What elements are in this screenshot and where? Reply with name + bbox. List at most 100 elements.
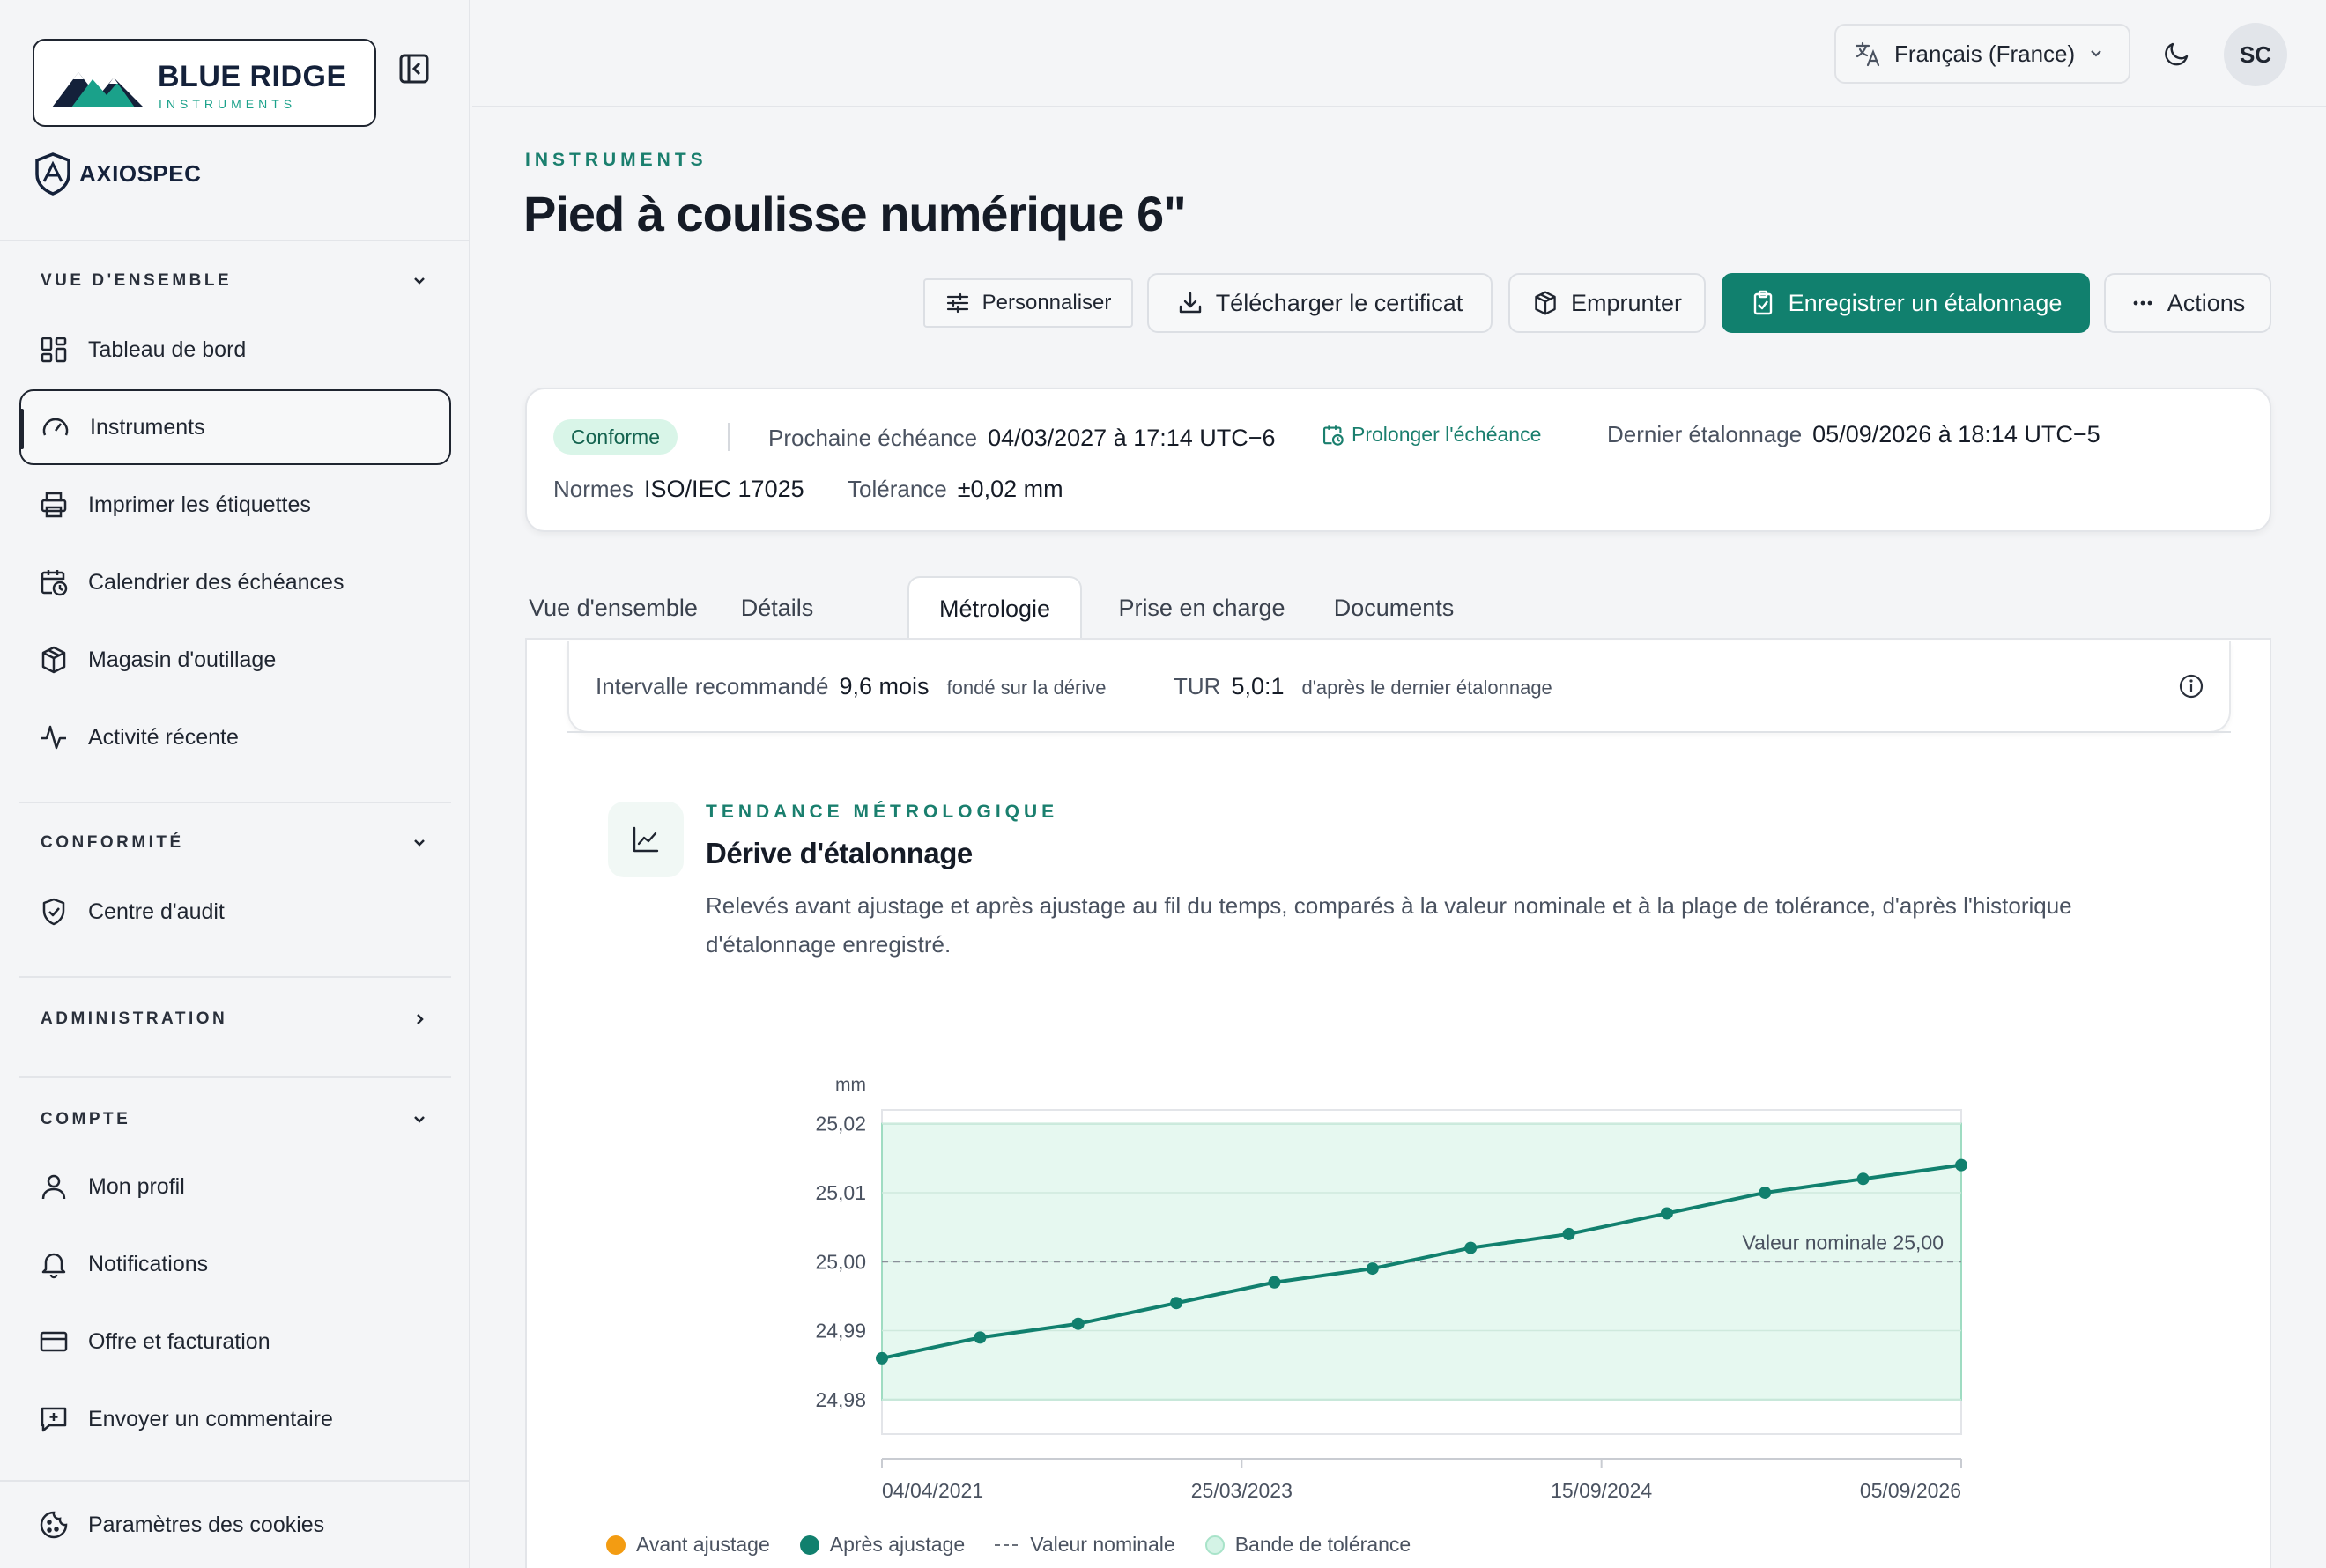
section-compliance[interactable]: CONFORMITÉ (41, 833, 428, 853)
tab-overview[interactable]: Vue d'ensemble (525, 576, 701, 640)
download-label: Télécharger le certificat (1215, 289, 1463, 316)
bell-icon (41, 1253, 66, 1279)
divider (567, 731, 2231, 733)
x-tick-label: 05/09/2026 (1860, 1479, 1961, 1498)
chevron-down-icon (414, 277, 425, 285)
section-title: ADMINISTRATION (41, 1010, 228, 1028)
x-tick-label: 15/09/2024 (1551, 1479, 1652, 1498)
download-certificate-button[interactable]: Télécharger le certificat (1147, 273, 1493, 333)
next-due-label: Prochaine échéance (768, 425, 978, 451)
sidebar-item-notifications[interactable]: Notifications (19, 1226, 451, 1302)
chevron-down-icon (414, 1116, 425, 1123)
gauge-icon (42, 418, 69, 436)
extend-due-link[interactable]: Prolonger l'échéance (1322, 423, 1541, 447)
sidebar-item-recent-activity[interactable]: Activité récente (19, 699, 451, 775)
last-calibration: Dernier étalonnage 05/09/2026 à 18:14 UT… (1607, 421, 2100, 448)
legend-item-before[interactable]: Avant ajustage (606, 1533, 770, 1557)
borrow-button[interactable]: Emprunter (1508, 273, 1706, 333)
sidebar-item-profile[interactable]: Mon profil (19, 1149, 451, 1224)
product-name: AXIOSPEC (79, 159, 202, 187)
sidebar-item-print-labels[interactable]: Imprimer les étiquettes (19, 467, 451, 543)
data-point (1856, 1172, 1870, 1186)
moon-icon[interactable] (2162, 39, 2192, 69)
tab-documents[interactable]: Documents (1323, 576, 1464, 640)
divider (0, 1480, 470, 1482)
product-logo: AXIOSPEC (33, 152, 201, 196)
legend-swatch (799, 1535, 819, 1555)
sidebar-item-due-calendar[interactable]: Calendrier des échéances (19, 544, 451, 620)
section-administration[interactable]: ADMINISTRATION (41, 1010, 428, 1029)
customize-button[interactable]: Personnaliser (923, 278, 1133, 328)
legend-item-after[interactable]: Après ajustage (799, 1533, 965, 1557)
section-overview[interactable]: VUE D'ENSEMBLE (41, 271, 428, 291)
sidebar-item-tool-store[interactable]: Magasin d'outillage (19, 622, 451, 698)
trend-eyebrow: TENDANCE MÉTROLOGIQUE (706, 802, 1059, 822)
sidebar-item-billing[interactable]: Offre et facturation (19, 1304, 451, 1379)
data-point (1366, 1262, 1379, 1276)
sidebar-item-instruments[interactable]: Instruments (19, 389, 451, 465)
sidebar-item-label: Notifications (88, 1251, 209, 1276)
data-point (876, 1351, 888, 1365)
translate-icon (1855, 41, 1880, 67)
sidebar-item-label: Imprimer les étiquettes (88, 492, 311, 517)
calendar-clock-icon (1322, 425, 1344, 446)
actions-button[interactable]: Actions (2104, 273, 2271, 333)
collapse-sidebar-icon[interactable] (396, 51, 432, 86)
brand-logo[interactable]: BLUE RIDGE INSTRUMENTS (33, 39, 376, 127)
sidebar-item-label: Paramètres des cookies (88, 1512, 325, 1537)
cookie-icon (40, 1511, 68, 1539)
brand-name: BLUE RIDGE (158, 60, 347, 93)
sidebar-item-label: Mon profil (88, 1173, 185, 1199)
tab-metrology[interactable]: Métrologie (907, 576, 1082, 640)
legend-swatch (606, 1535, 626, 1555)
legend-item-nominal[interactable]: Valeur nominale (995, 1533, 1175, 1557)
avatar[interactable]: SC (2224, 23, 2287, 86)
record-calibration-button[interactable]: Enregistrer un étalonnage (1722, 273, 2090, 333)
interval-value: 9,6 mois (839, 673, 930, 699)
recommended-interval: Intervalle recommandé 9,6 mois fondé sur… (596, 673, 1107, 700)
sidebar-item-feedback[interactable]: Envoyer un commentaire (19, 1381, 451, 1457)
more-horizontal-icon (2133, 300, 2152, 306)
tab-details[interactable]: Détails (733, 576, 821, 640)
data-point (1660, 1207, 1673, 1220)
sidebar-item-dashboard[interactable]: Tableau de bord (19, 312, 451, 388)
tur-note: d'après le dernier étalonnage (1301, 677, 1552, 699)
section-title: CONFORMITÉ (41, 833, 184, 852)
trend-icon-box (608, 802, 684, 877)
legend-item-tolerance[interactable]: Bande de tolérance (1204, 1533, 1411, 1557)
sidebar-item-audit-center[interactable]: Centre d'audit (19, 874, 451, 950)
tab-support[interactable]: Prise en charge (1114, 576, 1290, 640)
divider (19, 1076, 451, 1078)
sidebar-item-cookie-settings[interactable]: Paramètres des cookies (19, 1487, 451, 1563)
chevron-right-icon (417, 1014, 424, 1024)
drift-chart: 25,02 25,01 25,00 24,99 24,98 mm Valeur nomina… (815, 1075, 1967, 1498)
sidebar-item-label: Tableau de bord (88, 337, 247, 362)
y-unit-label: mm (835, 1075, 866, 1095)
clipboard-check-icon (1753, 290, 1772, 315)
package-icon (41, 646, 66, 674)
status-badge: Conforme (553, 419, 678, 455)
legend-label: Avant ajustage (636, 1533, 770, 1556)
tur: TUR 5,0:1 d'après le dernier étalonnage (1174, 673, 1552, 700)
language-select[interactable]: Français (France) (1834, 24, 2130, 84)
page-title: Pied à coulisse numérique 6" (523, 186, 1187, 241)
last-calibration-label: Dernier étalonnage (1607, 421, 1803, 447)
info-icon[interactable] (2178, 673, 2204, 699)
language-label: Français (France) (1894, 40, 2076, 67)
data-point (1268, 1276, 1281, 1289)
tolerance: Tolérance ±0,02 mm (848, 476, 1063, 503)
x-tick-label: 25/03/2023 (1191, 1479, 1293, 1498)
brand-subtitle: INSTRUMENTS (159, 97, 297, 111)
next-due-value: 04/03/2027 à 17:14 UTC−6 (988, 425, 1276, 451)
x-tick-label: 04/04/2021 (882, 1479, 983, 1498)
tolerance-label: Tolérance (848, 476, 947, 502)
standards-label: Normes (553, 476, 634, 502)
calendar-clock-icon (41, 570, 68, 596)
section-account[interactable]: COMPTE (41, 1110, 428, 1129)
legend-swatch (1204, 1535, 1225, 1555)
data-point (1170, 1297, 1183, 1310)
borrow-label: Emprunter (1570, 289, 1683, 316)
sidebar-item-label: Centre d'audit (88, 899, 225, 924)
data-point (1955, 1158, 1967, 1172)
sidebar-item-label: Activité récente (88, 724, 239, 750)
